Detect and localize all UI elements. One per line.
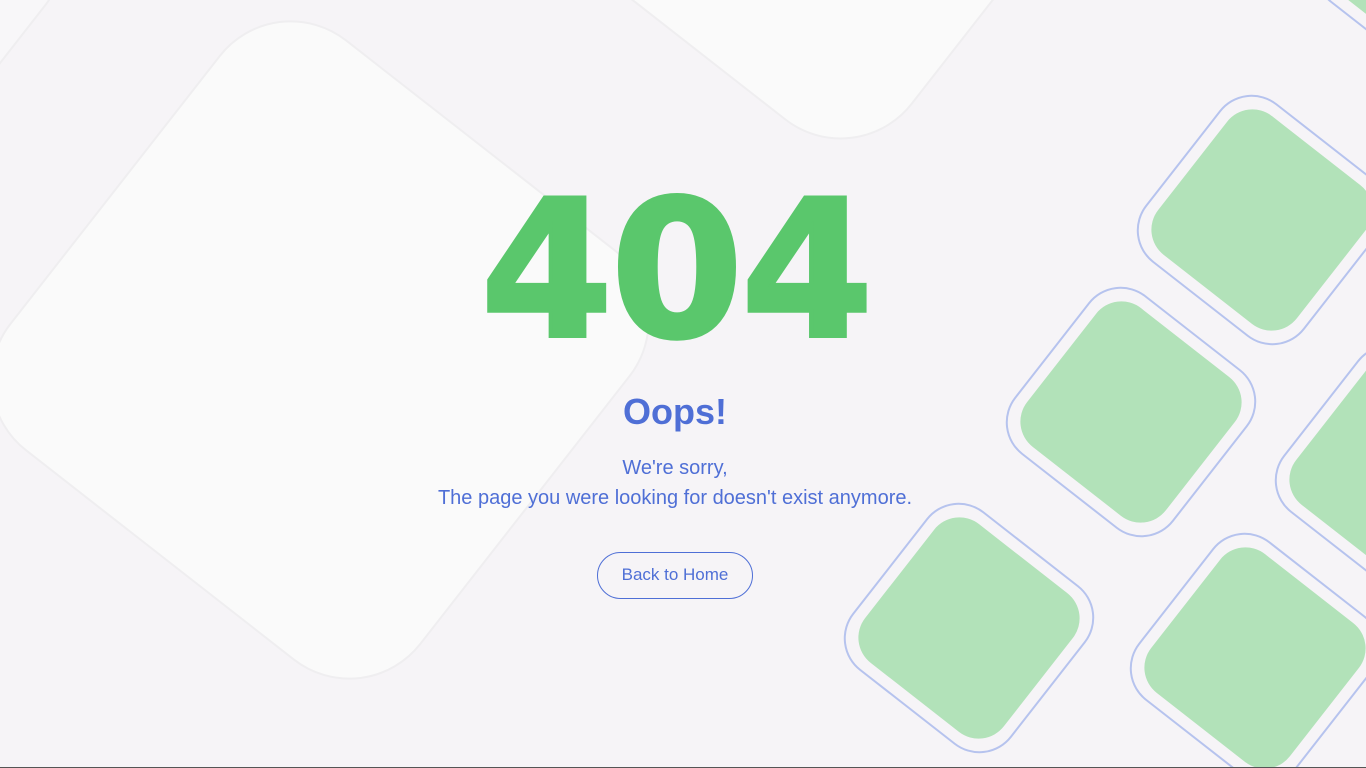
- error-content: 404 Oops! We're sorry, The page you were…: [0, 0, 1366, 768]
- error-code: 404: [479, 160, 876, 381]
- error-message-line-1: We're sorry,: [622, 457, 728, 479]
- error-title: Oops!: [623, 391, 727, 432]
- back-to-home-button[interactable]: Back to Home: [597, 552, 753, 599]
- error-message-line-2: The page you were looking for doesn't ex…: [437, 487, 913, 509]
- error-page: 404 Oops! We're sorry, The page you were…: [0, 0, 1366, 768]
